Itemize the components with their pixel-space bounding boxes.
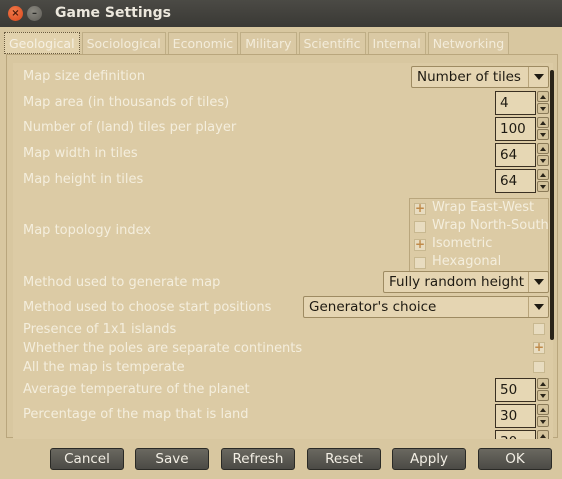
map-area-label: Map area (in thousands of tiles)	[23, 95, 230, 110]
temperature-stepper[interactable]: 50	[495, 378, 550, 402]
separate-poles-checkbox[interactable]	[533, 340, 545, 354]
close-icon[interactable]: ×	[8, 6, 23, 21]
temperature-label: Average temperature of the planet	[23, 382, 250, 397]
map-size-definition-value: Number of tiles	[417, 69, 521, 85]
tiles-per-player-label: Number of (land) tiles per player	[23, 120, 237, 135]
tab-bar: Geological Sociological Economic Militar…	[4, 32, 511, 54]
reset-button[interactable]: Reset	[307, 448, 381, 470]
save-button[interactable]: Save	[135, 448, 209, 470]
minimize-icon[interactable]: –	[27, 6, 42, 21]
settings-list: Map size definition Number of tiles Map …	[13, 63, 553, 439]
land-percent-value[interactable]: 30	[495, 404, 536, 428]
generator-label: Method used to generate map	[23, 275, 221, 290]
checkbox[interactable]	[414, 257, 426, 269]
map-size-definition-select[interactable]: Number of tiles	[411, 66, 549, 88]
cancel-button[interactable]: Cancel	[50, 448, 124, 470]
temperature-value[interactable]: 50	[495, 378, 536, 402]
tab-geological[interactable]: Geological	[4, 32, 80, 54]
tiles-per-player-value[interactable]: 100	[495, 117, 536, 141]
land-percent-label: Percentage of the map that is land	[23, 407, 249, 422]
separate-poles-label: Whether the poles are separate continent…	[23, 341, 303, 356]
tiny-islands-checkbox[interactable]	[533, 323, 545, 335]
map-area-value[interactable]: 4	[495, 91, 536, 115]
apply-button[interactable]: Apply	[392, 448, 466, 470]
tiles-per-player-stepper[interactable]: 100	[495, 117, 550, 141]
map-size-definition-label: Map size definition	[23, 69, 146, 84]
chevron-down-icon	[528, 297, 548, 317]
topology-label: Map topology index	[23, 223, 152, 238]
start-positions-label: Method used to choose start positions	[23, 300, 272, 315]
start-positions-value: Generator's choice	[309, 299, 437, 315]
tab-sociological[interactable]: Sociological	[81, 32, 166, 54]
map-area-stepper[interactable]: 4	[495, 91, 550, 115]
generator-select[interactable]: Fully random height	[383, 271, 549, 293]
checkbox[interactable]	[414, 221, 426, 233]
tab-scientific[interactable]: Scientific	[298, 32, 366, 54]
tab-economic[interactable]: Economic	[167, 32, 239, 54]
title-bar: × – Game Settings	[0, 0, 562, 27]
all-temperate-checkbox[interactable]	[533, 361, 545, 373]
settings-panel: Map size definition Number of tiles Map …	[6, 54, 558, 439]
refresh-button[interactable]: Refresh	[221, 448, 295, 470]
tab-networking[interactable]: Networking	[427, 32, 510, 54]
generator-value: Fully random height	[389, 274, 525, 290]
window-title: Game Settings	[55, 5, 171, 21]
map-width-value[interactable]: 64	[495, 143, 536, 167]
start-positions-select[interactable]: Generator's choice	[303, 296, 549, 318]
tab-military[interactable]: Military	[240, 32, 297, 54]
checkbox[interactable]	[414, 201, 426, 215]
tab-internal[interactable]: Internal	[367, 32, 426, 54]
land-percent-stepper[interactable]: 30	[495, 404, 550, 428]
map-height-stepper[interactable]: 64	[495, 169, 550, 193]
map-height-value[interactable]: 64	[495, 169, 536, 193]
chevron-down-icon	[528, 67, 548, 87]
partial-stepper[interactable]: 30	[495, 430, 550, 439]
map-width-stepper[interactable]: 64	[495, 143, 550, 167]
checkbox[interactable]	[414, 237, 426, 251]
all-temperate-label: All the map is temperate	[23, 360, 185, 375]
map-height-label: Map height in tiles	[23, 172, 144, 187]
scrollbar[interactable]	[548, 70, 556, 434]
partial-value[interactable]: 30	[495, 430, 536, 439]
tiny-islands-label: Presence of 1x1 islands	[23, 322, 177, 337]
topology-options: Wrap East-West Wrap North-South Isometri…	[409, 198, 549, 274]
chevron-down-icon	[528, 272, 548, 292]
map-width-label: Map width in tiles	[23, 146, 138, 161]
scrollbar-thumb[interactable]	[550, 70, 554, 340]
ok-button[interactable]: OK	[478, 448, 552, 470]
